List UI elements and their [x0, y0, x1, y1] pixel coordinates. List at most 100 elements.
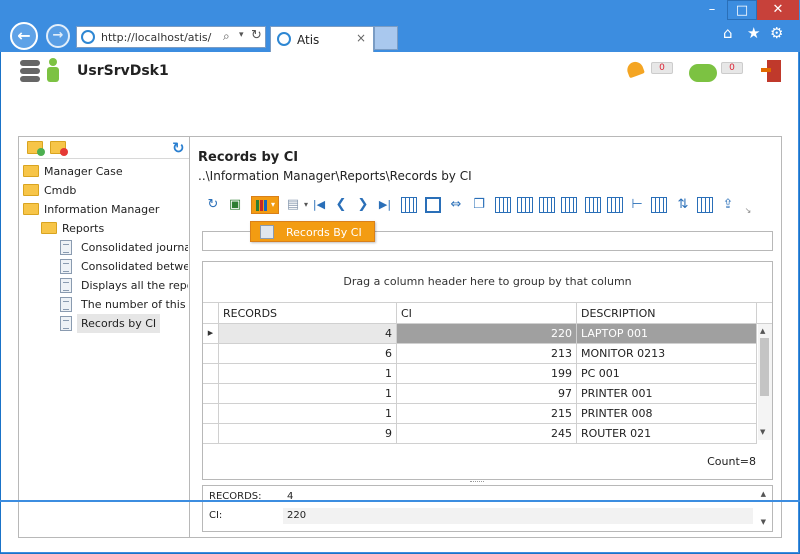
address-dropdown-icon[interactable]: ▾ — [239, 30, 244, 40]
address-url[interactable]: http://localhost/atis/ — [101, 31, 211, 44]
detail-splitter-handle[interactable] — [470, 481, 484, 483]
expand-icon[interactable] — [651, 197, 667, 213]
chart-report-dropdown-menu: Records By CI — [250, 221, 375, 242]
close-window-button[interactable]: ✕ — [757, 0, 799, 20]
table-row[interactable]: 1 199 PC 001 — [203, 364, 757, 384]
records-cell[interactable]: 9 — [219, 424, 397, 444]
tree-node-information-manager[interactable]: Information Manager — [23, 200, 183, 219]
favorites-icon[interactable]: ★ — [747, 24, 760, 42]
previous-page-icon[interactable]: ❮ — [333, 197, 349, 213]
row-selector — [203, 424, 219, 444]
select-all-icon[interactable] — [425, 197, 441, 213]
settings-gear-icon[interactable]: ⚙ — [770, 24, 783, 42]
records-cell[interactable]: 4 — [219, 324, 397, 344]
first-page-icon[interactable]: |◀ — [311, 197, 327, 213]
list-view-icon[interactable] — [697, 197, 713, 213]
table-row[interactable]: 9 245 ROUTER 021 — [203, 424, 757, 444]
next-page-icon[interactable]: ❯ — [355, 197, 371, 213]
back-button[interactable]: ← — [10, 22, 38, 50]
description-cell[interactable]: PRINTER 001 — [577, 384, 757, 404]
column-split-icon[interactable] — [585, 197, 601, 213]
more-options-icon[interactable]: ↘ — [740, 203, 756, 219]
column-header-ci[interactable]: CI — [397, 302, 577, 324]
tree-node-reports[interactable]: Reports — [41, 219, 187, 238]
ci-cell[interactable]: 97 — [397, 384, 577, 404]
move-icon[interactable]: ⇔ — [448, 197, 464, 213]
table-row[interactable]: 1 97 PRINTER 001 — [203, 384, 757, 404]
new-tab-button[interactable] — [374, 26, 398, 50]
tree-node-label: Displays all the repo — [81, 279, 188, 292]
refresh-icon[interactable]: ↻ — [251, 28, 262, 43]
columns-chooser-icon[interactable] — [401, 197, 417, 213]
ci-cell[interactable]: 245 — [397, 424, 577, 444]
records-cell[interactable]: 1 — [219, 404, 397, 424]
scroll-down-icon[interactable]: ▼ — [761, 518, 766, 526]
tree-node-report-consolidated-journal[interactable]: Consolidated journal — [60, 238, 188, 257]
column-layout-icon[interactable] — [539, 197, 555, 213]
scroll-down-icon[interactable]: ▼ — [760, 428, 765, 436]
scroll-up-icon[interactable]: ▲ — [761, 490, 766, 498]
ci-cell[interactable]: 215 — [397, 404, 577, 424]
description-cell[interactable]: ROUTER 021 — [577, 424, 757, 444]
tab-close-icon[interactable]: × — [356, 31, 366, 45]
save-icon[interactable]: ▣ — [227, 197, 243, 213]
forward-button[interactable]: → — [46, 24, 70, 48]
sort-icon[interactable]: ⇅ — [675, 197, 691, 213]
scrollbar-thumb[interactable] — [760, 338, 769, 396]
table-row[interactable]: 6 213 MONITOR 0213 — [203, 344, 757, 364]
user-icon — [46, 58, 60, 82]
detail-records-value: 4 — [283, 489, 753, 505]
column-header-description[interactable]: DESCRIPTION — [577, 302, 757, 324]
scroll-up-icon[interactable]: ▲ — [760, 327, 765, 335]
tab-atis[interactable]: Atis × — [270, 26, 374, 52]
refresh-tree-icon[interactable]: ↻ — [172, 139, 185, 157]
tree-node-manager-case[interactable]: Manager Case — [23, 162, 183, 181]
group-by-drop-area[interactable]: Drag a column header here to group by th… — [203, 262, 772, 302]
tree-node-report-records-by-ci[interactable]: Records by CI — [60, 314, 188, 333]
table-row[interactable]: ▶ 4 220 LAPTOP 001 — [203, 324, 757, 344]
ci-cell[interactable]: 199 — [397, 364, 577, 384]
copy-icon[interactable]: ❐ — [471, 197, 487, 213]
folder-icon — [23, 165, 39, 177]
tree-node-cmdb[interactable]: Cmdb — [23, 181, 183, 200]
bar-chart-icon — [256, 200, 267, 211]
delete-folder-icon[interactable] — [50, 141, 68, 156]
records-cell[interactable]: 6 — [219, 344, 397, 364]
description-cell[interactable]: PRINTER 008 — [577, 404, 757, 424]
chat-icon[interactable] — [689, 58, 719, 82]
bell-icon[interactable] — [625, 58, 647, 82]
row-selector — [203, 384, 219, 404]
tree-node-report-displays-all[interactable]: Displays all the repo — [60, 276, 188, 295]
detail-ci-value: 220 — [283, 508, 753, 524]
ci-cell[interactable]: 220 — [397, 324, 577, 344]
records-cell[interactable]: 1 — [219, 364, 397, 384]
page-title: Records by CI — [198, 150, 299, 165]
grid-scrollbar[interactable]: ▲ ▼ — [758, 324, 772, 440]
chart-report-button[interactable]: ▾ — [251, 196, 279, 214]
home-icon[interactable]: ⌂ — [723, 24, 733, 42]
table-row[interactable]: 1 215 PRINTER 008 — [203, 404, 757, 424]
minimize-button[interactable]: – — [697, 0, 727, 20]
search-icon[interactable]: ⌕ — [223, 29, 230, 44]
menu-item-records-by-ci[interactable]: Records By CI — [286, 226, 362, 239]
export-icon[interactable]: ⇪ — [720, 197, 736, 213]
tree-view-icon[interactable]: ⊢ — [629, 197, 645, 213]
last-page-icon[interactable]: ▶| — [377, 197, 393, 213]
refresh-icon[interactable]: ↻ — [205, 197, 221, 213]
column-header-records[interactable]: RECORDS — [219, 302, 397, 324]
address-bar[interactable]: http://localhost/atis/ ⌕ ▾ ↻ — [76, 26, 266, 48]
table-icon[interactable] — [517, 197, 533, 213]
description-cell[interactable]: LAPTOP 001 — [577, 324, 757, 344]
logout-icon[interactable] — [761, 58, 783, 82]
ci-cell[interactable]: 213 — [397, 344, 577, 364]
tree-node-report-number-of[interactable]: The number of this s — [60, 295, 188, 314]
tree-node-report-consolidated-between[interactable]: Consolidated betwee — [60, 257, 188, 276]
description-cell[interactable]: PC 001 — [577, 364, 757, 384]
maximize-button[interactable]: □ — [727, 0, 757, 20]
grid-view-icon[interactable] — [495, 197, 511, 213]
records-cell[interactable]: 1 — [219, 384, 397, 404]
description-cell[interactable]: MONITOR 0213 — [577, 344, 757, 364]
column-width-icon[interactable] — [561, 197, 577, 213]
column-fit-icon[interactable] — [607, 197, 623, 213]
add-folder-icon[interactable] — [27, 141, 45, 156]
